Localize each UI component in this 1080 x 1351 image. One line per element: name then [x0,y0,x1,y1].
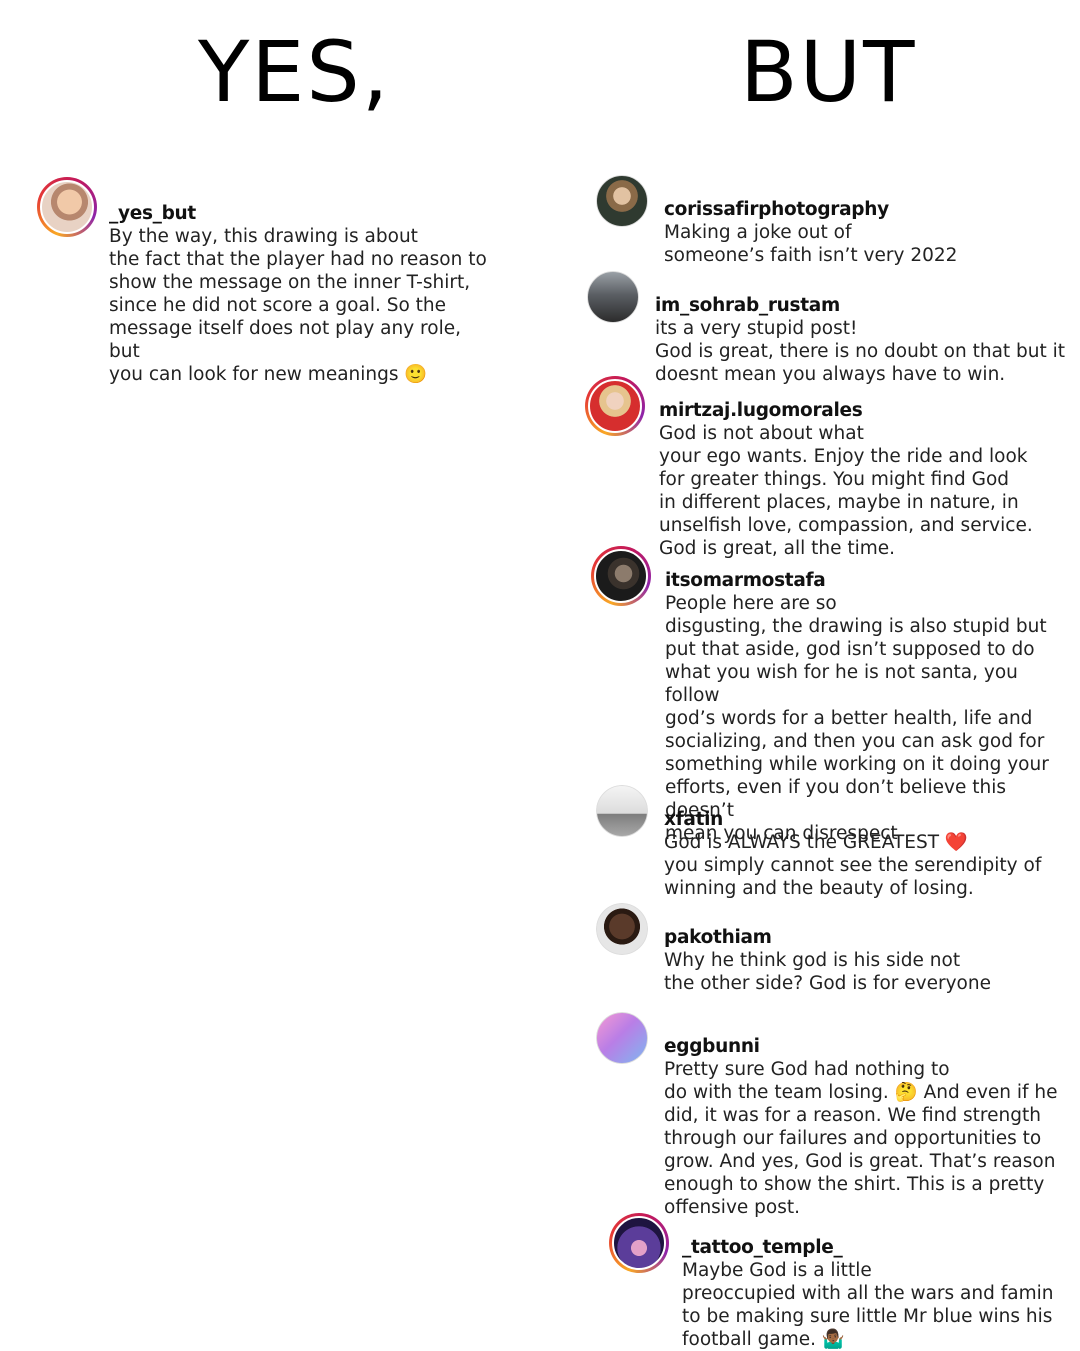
comment-tattoo-temple: _tattoo_temple_ Maybe God is a little pr… [609,1213,1062,1351]
avatar[interactable] [596,903,648,955]
comment-username[interactable]: corissafirphotography [664,199,889,220]
avatar[interactable] [596,175,648,227]
comment-username[interactable]: itsomarmostafa [665,570,826,591]
avatar[interactable] [591,546,651,606]
comment-body: Making a joke out of someone’s faith isn… [664,222,958,266]
comment-username[interactable]: im_sohrab_rustam [655,295,840,316]
comment-body: Pretty sure God had nothing to do with t… [664,1059,1058,1218]
comment-body: By the way, this drawing is about the fa… [109,226,487,385]
avatar[interactable] [37,177,97,237]
comment-username[interactable]: xfatin [664,809,723,830]
comment-username[interactable]: mirtzaj.lugomorales [659,400,863,421]
comment-body: God is ALWAYS the GREATEST ❤️ you simply… [664,832,1042,899]
comment-mirtzaj-lugomorales: mirtzaj.lugomorales God is not about wha… [585,376,1059,560]
but-heading: BUT [740,23,917,121]
avatar[interactable] [585,376,645,436]
comment-xfatin: xfatin God is ALWAYS the GREATEST ❤️ you… [596,785,1064,900]
comment-im-sohrab-rustam: im_sohrab_rustam its a very stupid post!… [587,271,1075,386]
comment-username[interactable]: _yes_but [109,203,196,224]
comment-username[interactable]: pakothiam [664,927,772,948]
comment-username[interactable]: eggbunni [664,1036,760,1057]
comment-body: God is not about what your ego wants. En… [659,423,1033,559]
comment-username[interactable]: _tattoo_temple_ [682,1237,843,1258]
comment-body: Why he think god is his side not the oth… [664,950,991,994]
comment-yes-but: _yes_but By the way, this drawing is abo… [37,177,489,386]
yes-heading: YES, [198,23,391,121]
avatar[interactable] [587,271,639,323]
comment-body: Maybe God is a little preoccupied with a… [682,1260,1054,1350]
comment-body: its a very stupid post! God is great, th… [655,318,1066,385]
avatar[interactable] [596,1012,648,1064]
comment-pakothiam: pakothiam Why he think god is his side n… [596,903,1064,995]
avatar[interactable] [609,1213,669,1273]
avatar[interactable] [596,785,648,837]
comment-corissafirphotography: corissafirphotography Making a joke out … [596,175,1064,267]
comment-eggbunni: eggbunni Pretty sure God had nothing to … [596,1012,1064,1219]
